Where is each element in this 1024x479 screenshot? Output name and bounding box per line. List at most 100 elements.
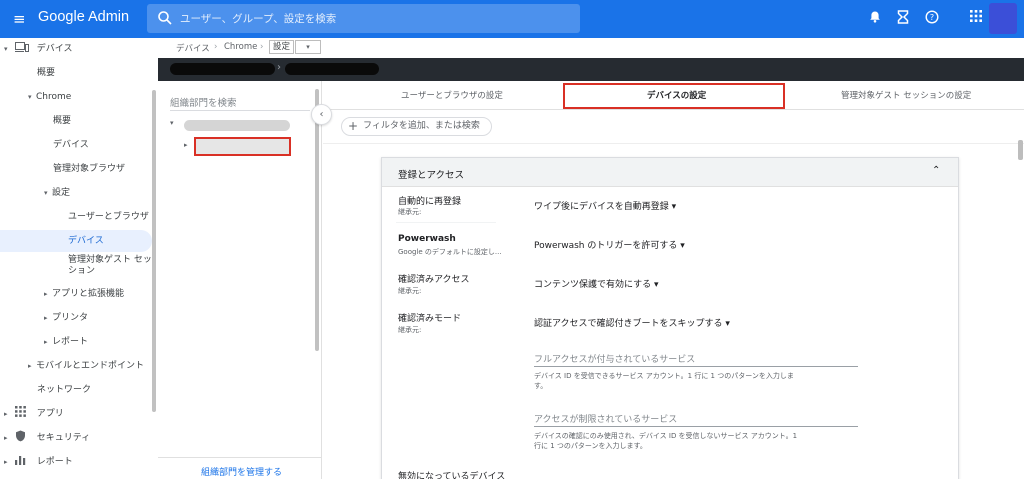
chevron-left-icon: ‹ <box>319 109 324 120</box>
breadcrumb-devices[interactable]: デバイス <box>176 42 210 54</box>
nav-chrome-overview-label: 概要 <box>53 116 72 126</box>
main-scrollbar[interactable] <box>1018 140 1023 160</box>
nav-printers[interactable]: ▸ プリンタ <box>44 307 88 329</box>
setting-value-dropdown[interactable]: ワイプ後にデバイスを自動再登録 ▾ <box>534 199 676 212</box>
enrollment-access-card: 登録とアクセス ⌃ 自動的に再登録 継承元: ワイプ後にデバイスを自動再登録 ▾… <box>381 157 959 479</box>
nav-chrome-overview[interactable]: 概要 <box>53 110 71 132</box>
collapse-panel-button[interactable]: ‹ <box>311 104 332 125</box>
nav-settings[interactable]: ▾ 設定 <box>44 182 70 204</box>
setting-value-dropdown[interactable]: コンテンツ保護で有効にする ▾ <box>534 277 658 290</box>
nav-users-browsers[interactable]: ユーザーとブラウザ <box>68 206 149 228</box>
caret-right-icon[interactable]: ▸ <box>184 141 188 149</box>
org-path-separator: › <box>277 62 281 73</box>
org-unit-bar: › <box>158 58 1024 81</box>
svg-text:?: ? <box>930 13 934 22</box>
avatar[interactable] <box>989 3 1017 34</box>
nav-reports-label: レポート <box>52 337 89 347</box>
menu-icon[interactable]: ≡ <box>13 10 27 28</box>
nav-managed-guest[interactable]: 管理対象ゲスト セッ ション <box>68 254 152 278</box>
caret-right-icon: ▸ <box>44 290 48 298</box>
add-icon: + <box>348 119 359 133</box>
card-header[interactable]: 登録とアクセス ⌃ <box>382 158 958 187</box>
setting-label: 自動的に再登録 <box>398 197 462 207</box>
help-icon[interactable]: ? <box>923 10 941 28</box>
tab-users-browsers[interactable]: ユーザーとブラウザの設定 <box>401 89 503 101</box>
nav-network[interactable]: ネットワーク <box>37 379 91 401</box>
caret-right-icon: ▸ <box>44 338 48 346</box>
nav-apps-extensions[interactable]: ▸ アプリと拡張機能 <box>44 283 124 305</box>
breadcrumb-separator: › <box>260 42 264 52</box>
setting-label: Powerwash <box>398 234 456 244</box>
nav-security[interactable]: ▸ セキュリティ <box>4 427 90 449</box>
nav-reports-top[interactable]: ▸ レポート <box>4 451 73 473</box>
nav-overview-label: 概要 <box>37 68 56 78</box>
field-underline <box>534 426 858 427</box>
divider <box>158 457 322 458</box>
nav-mobile-endpoints-label: モバイルとエンドポイント <box>36 361 145 371</box>
manage-org-units-link[interactable]: 組織部門を管理する <box>201 465 282 478</box>
nav-apps-label: アプリ <box>36 409 64 419</box>
nav-managed-guest-label-1: 管理対象ゲスト セッ <box>68 255 152 265</box>
apps-grid-icon[interactable] <box>967 10 985 28</box>
nav-network-label: ネットワーク <box>37 385 92 395</box>
search-input[interactable]: ユーザー、グループ、設定を検索 <box>180 11 336 26</box>
filter-chip[interactable]: + フィルタを追加、または検索 <box>341 117 492 136</box>
nav-overview[interactable]: 概要 <box>37 62 55 84</box>
nav-chrome[interactable]: ▾ Chrome <box>28 86 71 108</box>
settings-tabs: ユーザーとブラウザの設定 デバイスの設定 管理対象ゲスト セッションの設定 <box>323 81 1024 110</box>
nav-apps[interactable]: ▸ アプリ <box>4 403 64 425</box>
org-panel-scrollbar[interactable] <box>315 89 319 351</box>
nav-devices-selected-label: デバイス <box>68 236 104 246</box>
nav-scrollbar[interactable] <box>152 90 156 412</box>
setting-inherited: 継承元: <box>398 326 422 334</box>
shield-icon <box>15 430 25 442</box>
redacted-org-name <box>170 63 275 75</box>
caret-right-icon: ▸ <box>4 410 8 418</box>
nav-devices[interactable]: ▾ デバイス <box>4 38 72 60</box>
caret-down-icon[interactable]: ▾ <box>170 119 174 127</box>
search-bar[interactable]: ユーザー、グループ、設定を検索 <box>147 4 580 33</box>
caret-right-icon: ▸ <box>4 458 8 466</box>
left-navigation: ▾ デバイス 概要 ▾ Chrome 概要 デバイス 管理対象ブラウザ ▾ 設定 ユ… <box>0 38 158 479</box>
notifications-bell-icon[interactable] <box>866 10 884 28</box>
nav-chrome-label: Chrome <box>36 92 72 102</box>
hourglass-icon[interactable] <box>894 10 912 28</box>
setting-inherited: 継承元: <box>398 208 422 216</box>
highlighted-child-org[interactable] <box>194 137 291 156</box>
nav-reports-top-label: レポート <box>36 457 73 467</box>
caret-down-icon: ▾ <box>28 93 32 101</box>
nav-reports[interactable]: ▸ レポート <box>44 331 88 353</box>
org-search-input[interactable]: 組織部門を検索 <box>170 95 237 109</box>
caret-right-icon: ▸ <box>4 434 8 442</box>
chevron-down-icon: ▾ <box>306 43 310 51</box>
org-search-underline <box>170 110 310 111</box>
nav-devices-label: デバイス <box>36 44 73 54</box>
setting-value-dropdown[interactable]: 認証アクセスで確認付きブートをスキップする ▾ <box>534 316 730 329</box>
nav-managed-browsers[interactable]: 管理対象ブラウザ <box>53 158 125 180</box>
devices-icon <box>14 42 29 52</box>
filter-input[interactable]: フィルタを追加、または検索 <box>363 118 480 135</box>
full-access-services-field[interactable]: フルアクセスが付与されているサービス <box>534 352 695 365</box>
app-brand[interactable]: Google Admin <box>38 9 129 25</box>
nav-printers-label: プリンタ <box>52 313 89 323</box>
breadcrumb-dropdown[interactable]: ▾ <box>295 40 321 54</box>
nav-managed-browsers-label: 管理対象ブラウザ <box>53 164 126 174</box>
help-line: デバイス ID を受信できるサービス アカウント。1 行に 1 つのパターンを入… <box>534 372 794 380</box>
nav-chrome-devices[interactable]: デバイス <box>53 134 89 156</box>
chevron-up-icon[interactable]: ⌃ <box>932 165 940 176</box>
top-app-bar: ≡ Google Admin ユーザー、グループ、設定を検索 ? <box>0 0 1024 38</box>
help-line: 行に 1 つのパターンを入力します。 <box>534 442 647 450</box>
tab-managed-guest[interactable]: 管理対象ゲスト セッションの設定 <box>841 89 971 101</box>
divider <box>323 143 1024 144</box>
breadcrumb: デバイス › Chrome › 設定 ▾ <box>158 38 1024 58</box>
setting-label: 確認済みアクセス <box>398 275 470 285</box>
nav-devices-selected[interactable]: デバイス <box>0 230 152 252</box>
breadcrumb-chrome[interactable]: Chrome <box>224 42 257 52</box>
help-line: す。 <box>534 382 548 390</box>
redacted-root-org[interactable] <box>184 120 290 131</box>
caret-down-icon: ▾ <box>4 45 8 53</box>
divider <box>396 222 496 223</box>
setting-value-dropdown[interactable]: Powerwash のトリガーを許可する ▾ <box>534 238 685 251</box>
restricted-services-field[interactable]: アクセスが制限されているサービス <box>534 412 677 425</box>
nav-mobile-endpoints[interactable]: ▸ モバイルとエンドポイント <box>28 355 144 377</box>
